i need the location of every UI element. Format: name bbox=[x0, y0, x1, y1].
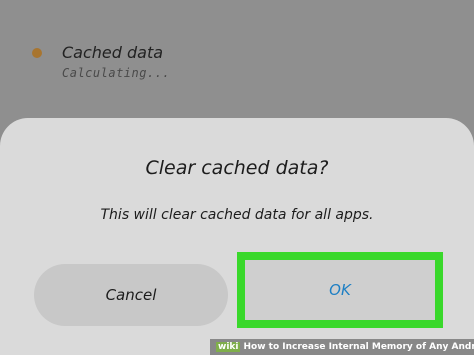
watermark-text: How to Increase Internal Memory of Any A… bbox=[243, 342, 474, 352]
list-item-subtitle: Calculating... bbox=[62, 66, 171, 80]
dialog-title: Clear cached data? bbox=[145, 157, 329, 179]
list-item-title: Cached data bbox=[62, 43, 164, 62]
ok-button[interactable]: OK bbox=[237, 252, 443, 328]
wikihow-logo: wiki bbox=[216, 342, 241, 352]
background-list: Cached data Calculating... bbox=[0, 0, 474, 130]
cancel-button[interactable]: Cancel bbox=[34, 264, 228, 326]
bullet-icon bbox=[32, 48, 42, 58]
dialog-message: This will clear cached data for all apps… bbox=[100, 207, 374, 223]
ok-button-label: OK bbox=[329, 281, 351, 299]
watermark-bar: wiki How to Increase Internal Memory of … bbox=[210, 339, 474, 355]
